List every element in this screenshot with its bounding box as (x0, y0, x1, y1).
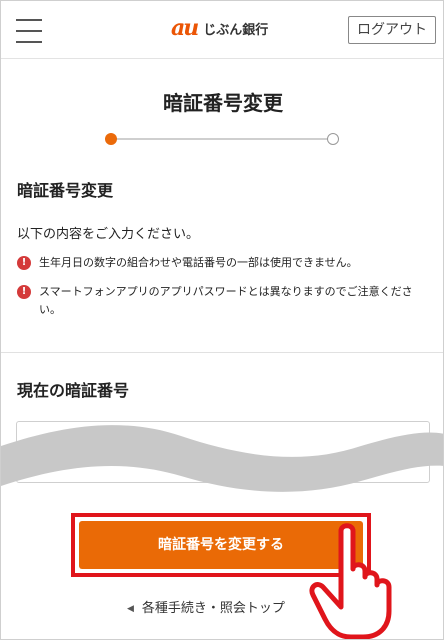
section-title: 暗証番号変更 (17, 181, 114, 200)
triangle-left-icon: ◀ (127, 604, 134, 614)
page-title: 暗証番号変更 (163, 91, 283, 115)
instruction-text: 以下の内容をご入力ください。 (17, 227, 200, 242)
progress-step-1-active (105, 133, 117, 145)
note-item: ! スマートフォンアプリのアプリパスワードとは異なりますのでご注意ください。 (17, 283, 427, 319)
progress-step-2 (327, 133, 339, 145)
note-text: 生年月日の数字の組合わせや電話番号の一部は使用できません。 (39, 256, 358, 269)
back-link[interactable]: ◀ 各種手続き・照会トップ (127, 597, 285, 616)
progress-line (111, 138, 335, 140)
step-progress-indicator (105, 132, 341, 146)
note-text: スマートフォンアプリのアプリパスワードとは異なりますのでご注意ください。 (39, 285, 413, 316)
current-pin-label: 現在の暗証番号 (17, 381, 130, 400)
logo-mark: au (171, 15, 199, 41)
header: au じぶん銀行 ログアウト (1, 1, 443, 59)
exclamation-circle-icon: ! (17, 256, 31, 270)
divider (1, 352, 443, 353)
back-link-label: 各種手続き・照会トップ (141, 601, 285, 616)
app-frame: au じぶん銀行 ログアウト 暗証番号変更 暗証番号変更 以下の内容をご入力くだ… (0, 0, 444, 640)
note-item: ! 生年月日の数字の組合わせや電話番号の一部は使用できません。 (17, 254, 427, 272)
exclamation-circle-icon: ! (17, 285, 31, 299)
change-pin-submit-button[interactable]: 暗証番号を変更する (79, 521, 363, 569)
hamburger-menu-icon[interactable] (16, 17, 42, 43)
wave-overlay (1, 425, 443, 492)
logout-button[interactable]: ログアウト (348, 16, 436, 44)
brand-logo: au じぶん銀行 (171, 16, 268, 40)
logo-text: じぶん銀行 (203, 22, 269, 38)
